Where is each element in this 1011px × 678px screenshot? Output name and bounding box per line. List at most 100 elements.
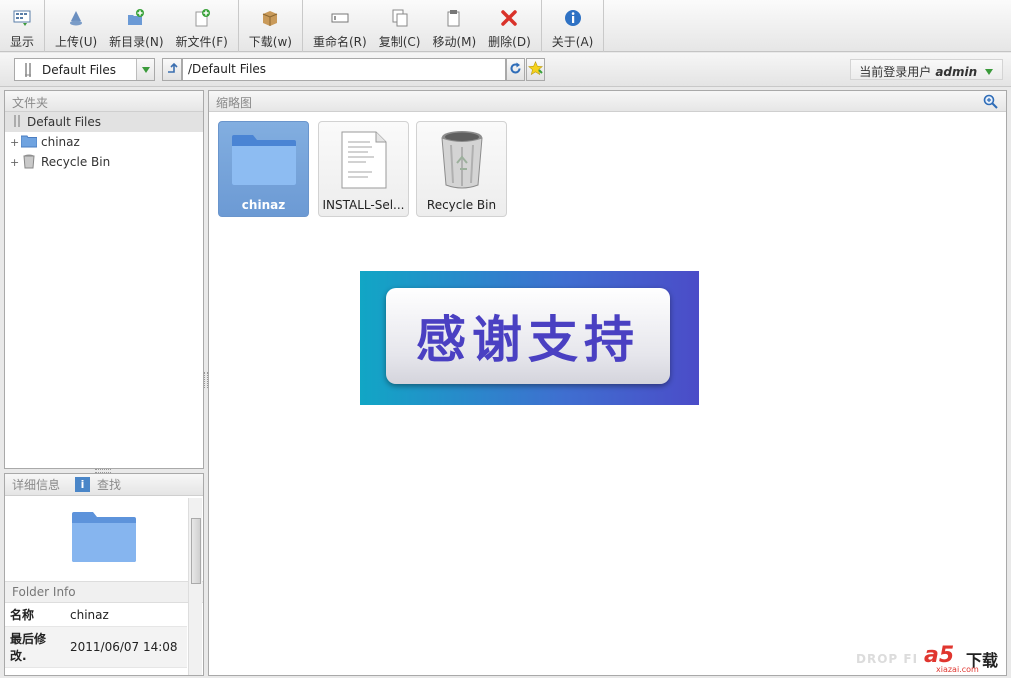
details-preview	[5, 496, 203, 582]
expand-icon[interactable]: +	[10, 136, 21, 149]
about-label: 关于(A)	[551, 35, 594, 49]
delete-label: 删除(D)	[488, 35, 531, 49]
move-button[interactable]: 移动(M)	[426, 0, 482, 52]
info-icon	[563, 8, 583, 28]
display-button[interactable]: 显示	[4, 0, 40, 52]
table-row: 名称 chinaz	[5, 603, 187, 627]
new-folder-icon	[126, 8, 146, 28]
upload-icon	[66, 8, 86, 28]
tree-item-label: Recycle Bin	[41, 155, 111, 169]
tree-item-label: chinaz	[41, 135, 80, 149]
details-panel: 详细信息 i 查找 Folder Info 名称 chinaz 最后修改. 20…	[4, 473, 204, 676]
delete-x-icon	[499, 8, 519, 28]
new-folder-button[interactable]: 新目录(N)	[103, 0, 169, 52]
new-file-icon	[192, 8, 212, 28]
tile-label: Recycle Bin	[426, 198, 497, 212]
thumbnails-panel-title: 缩略图	[209, 91, 1006, 112]
trash-bin-icon	[21, 153, 37, 172]
username: admin	[935, 65, 978, 79]
refresh-icon	[509, 62, 522, 78]
upload-label: 上传(U)	[55, 35, 98, 49]
tile-label: INSTALL-Sel...	[322, 198, 405, 212]
tile-label: chinaz	[241, 198, 286, 212]
refresh-button[interactable]	[506, 58, 525, 81]
folder-icon	[20, 134, 38, 151]
tree-root-label: Default Files	[27, 115, 101, 129]
thanks-banner: 感谢支持	[360, 271, 699, 405]
root-fork-icon	[11, 114, 23, 131]
toolbar-group-view: 显示	[0, 0, 46, 52]
location-value: Default Files	[42, 62, 116, 77]
details-scrollbar[interactable]	[188, 498, 202, 675]
toolbar-group-help: 关于(A)	[542, 0, 605, 52]
parent-folder-button[interactable]	[162, 58, 182, 81]
logo-url: xiazai.com	[936, 665, 979, 674]
toolbar-group-download: 下载(w)	[239, 0, 303, 52]
download-label: 下载(w)	[248, 35, 292, 49]
folder-icon	[231, 128, 297, 192]
rename-label: 重命名(R)	[312, 35, 367, 49]
location-dropdown[interactable]: Default Files	[14, 58, 155, 81]
tile-chinaz[interactable]: chinaz	[218, 121, 309, 217]
scrollbar-thumb[interactable]	[191, 518, 201, 584]
favorites-button[interactable]	[526, 58, 545, 81]
move-label: 移动(M)	[432, 35, 477, 49]
rename-button[interactable]: 重命名(R)	[307, 0, 373, 52]
copy-label: 复制(C)	[378, 35, 421, 49]
upload-button[interactable]: 上传(U)	[49, 0, 103, 52]
display-label: 显示	[10, 35, 35, 49]
tab-search[interactable]: 查找	[90, 476, 128, 493]
new-file-label: 新文件(F)	[175, 35, 228, 49]
details-tabs: 详细信息 i 查找	[5, 474, 203, 496]
address-bar: Default Files /Default Files 当前登录用户 admin	[0, 53, 1011, 87]
new-folder-label: 新目录(N)	[109, 35, 164, 49]
current-user-label: 当前登录用户	[859, 65, 932, 79]
root-fork-icon	[22, 62, 34, 81]
tree-root-item[interactable]: Default Files	[5, 112, 203, 132]
copy-button[interactable]: 复制(C)	[373, 0, 427, 52]
banner-text: 感谢支持	[416, 311, 640, 369]
toolbar-group-file: 上传(U) 新目录(N) 新文件(F)	[45, 0, 239, 52]
package-icon	[260, 8, 280, 28]
download-button[interactable]: 下载(w)	[243, 0, 298, 52]
tab-details[interactable]: 详细信息	[5, 476, 67, 493]
folders-panel: 文件夹 Default Files + chinaz + Recycle Bin	[4, 90, 204, 469]
thumbnails-title: 缩略图	[216, 96, 253, 110]
text-document-icon	[338, 128, 390, 192]
rename-icon	[330, 8, 350, 28]
zoom-icon[interactable]	[983, 94, 998, 112]
trash-bin-icon	[437, 128, 487, 192]
view-grid-icon	[12, 8, 32, 28]
chevron-down-icon	[981, 65, 994, 79]
detail-key: 名称	[5, 603, 65, 627]
detail-value: chinaz	[65, 603, 187, 627]
move-icon	[444, 8, 464, 28]
folders-panel-title: 文件夹	[5, 91, 203, 112]
banner-plate: 感谢支持	[386, 288, 670, 384]
path-input[interactable]: /Default Files	[182, 58, 506, 81]
tile-recycle-bin[interactable]: Recycle Bin	[416, 121, 507, 217]
detail-value: 2011/06/07 14:08	[65, 626, 187, 668]
product-watermark: DROP FI	[856, 652, 919, 666]
toolbar-group-edit: 重命名(R) 复制(C) 移动(M) 删除(D)	[303, 0, 542, 52]
current-user-menu[interactable]: 当前登录用户 admin	[850, 59, 1003, 80]
a5-download-logo: a5 下载 xiazai.com	[924, 641, 1004, 675]
tile-install-file[interactable]: INSTALL-Sel...	[318, 121, 409, 217]
detail-key: 最后修改.	[5, 626, 65, 668]
expand-icon[interactable]: +	[10, 156, 21, 169]
new-file-button[interactable]: 新文件(F)	[170, 0, 234, 52]
info-icon: i	[75, 477, 91, 492]
copy-icon	[390, 8, 410, 28]
up-arrow-icon	[166, 62, 178, 77]
table-row: 最后修改. 2011/06/07 14:08	[5, 626, 187, 668]
toolbar: 显示 上传(U) 新目录(N) 新文件(F) 下载(w) 重命名(R) 复制(C…	[0, 0, 1011, 52]
about-button[interactable]: 关于(A)	[546, 0, 600, 52]
tree-item-recycle-bin[interactable]: + Recycle Bin	[5, 152, 203, 172]
tree-item-chinaz[interactable]: + chinaz	[5, 132, 203, 152]
delete-button[interactable]: 删除(D)	[482, 0, 537, 52]
details-table: 名称 chinaz 最后修改. 2011/06/07 14:08	[5, 603, 187, 668]
folder-icon	[71, 511, 137, 566]
star-icon	[528, 60, 543, 79]
folder-info-title: Folder Info	[5, 582, 203, 603]
chevron-down-icon[interactable]	[136, 59, 154, 80]
